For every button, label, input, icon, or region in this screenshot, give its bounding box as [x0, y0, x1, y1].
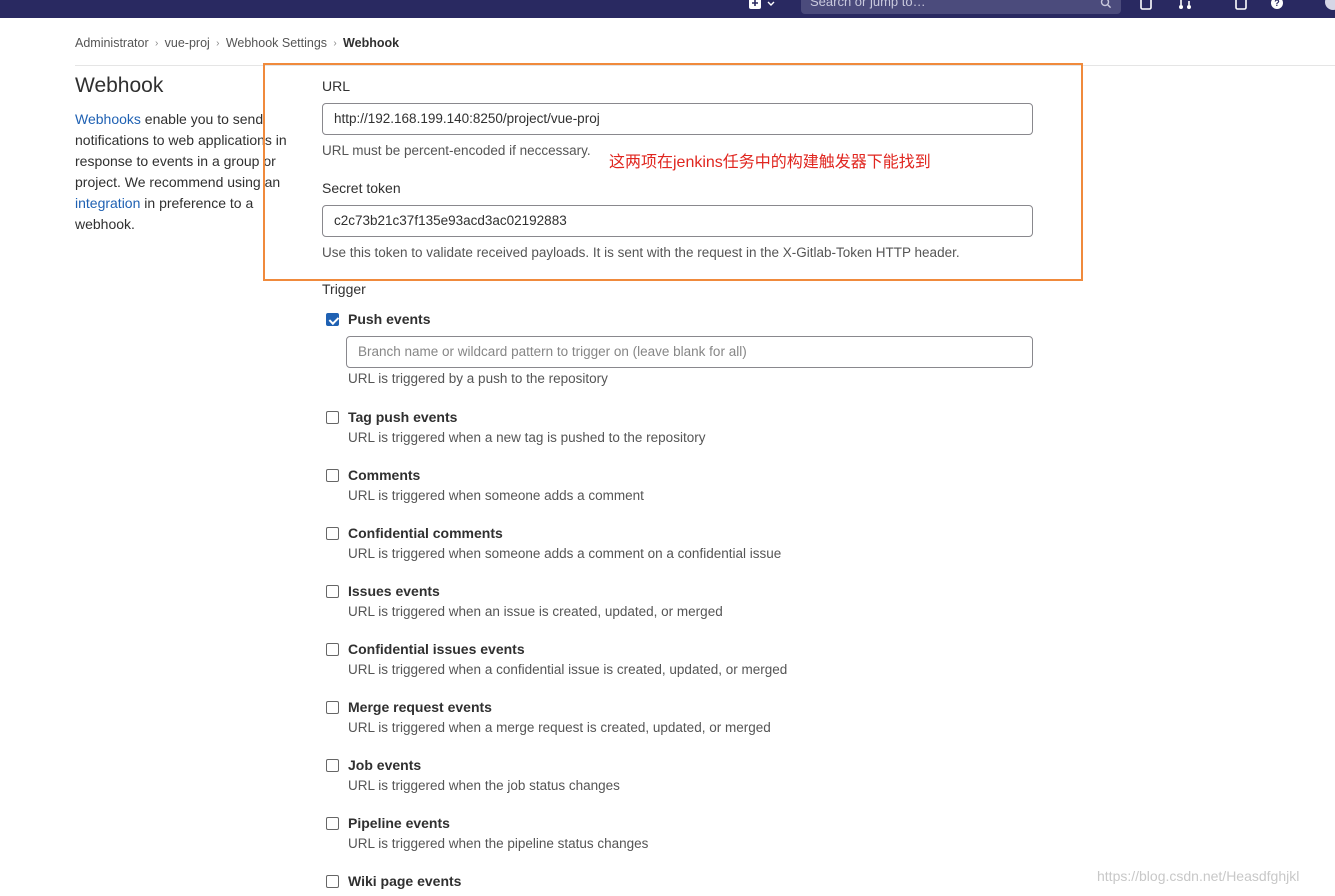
branch-filter-input[interactable]: Branch name or wildcard pattern to trigg… [346, 336, 1033, 368]
page-title: Webhook [75, 74, 164, 97]
issues-events-checkbox[interactable] [326, 585, 339, 598]
integration-link[interactable]: integration [75, 195, 140, 211]
svg-text:?: ? [1274, 0, 1280, 8]
event-description: URL is triggered by a push to the reposi… [348, 371, 608, 386]
pipeline-events-checkbox[interactable] [326, 817, 339, 830]
highlight-box [263, 63, 1083, 281]
chevron-right-icon: › [154, 37, 159, 49]
plus-icon[interactable] [748, 0, 762, 10]
chevron-down-icon[interactable] [766, 0, 776, 12]
top-navbar: Search or jump to… ? [0, 0, 1335, 18]
event-name[interactable]: Issues events [348, 583, 440, 599]
avatar[interactable] [1325, 0, 1335, 10]
event-name[interactable]: Merge request events [348, 699, 492, 715]
event-name[interactable]: Confidential issues events [348, 641, 525, 657]
merge-request-icon[interactable] [1178, 0, 1192, 10]
merge-request-events-checkbox[interactable] [326, 701, 339, 714]
event-name[interactable]: Pipeline events [348, 815, 450, 831]
job-events-checkbox[interactable] [326, 759, 339, 772]
event-description: URL is triggered when an issue is create… [348, 604, 723, 619]
tag-push-events-checkbox[interactable] [326, 411, 339, 424]
trigger-label: Trigger [322, 281, 366, 297]
event-description: URL is triggered when the job status cha… [348, 778, 620, 793]
wiki-page-events-checkbox[interactable] [326, 875, 339, 888]
breadcrumb: Administrator › vue-proj › Webhook Setti… [75, 34, 399, 52]
comments-checkbox[interactable] [326, 469, 339, 482]
breadcrumb-webhook-settings[interactable]: Webhook Settings [226, 36, 327, 50]
confidential-issues-checkbox[interactable] [326, 643, 339, 656]
search-placeholder: Search or jump to… [810, 0, 926, 9]
event-name[interactable]: Tag push events [348, 409, 457, 425]
event-name[interactable]: Confidential comments [348, 525, 503, 541]
event-description: URL is triggered when someone adds a com… [348, 488, 644, 503]
event-description: URL is triggered when a merge request is… [348, 720, 771, 735]
event-name[interactable]: Push events [348, 311, 430, 327]
event-description: URL is triggered when someone adds a com… [348, 546, 782, 561]
webhooks-docs-link[interactable]: Webhooks [75, 111, 141, 127]
breadcrumb-administrator[interactable]: Administrator [75, 36, 149, 50]
breadcrumb-webhook[interactable]: Webhook [343, 36, 399, 50]
issues-icon[interactable] [1234, 0, 1248, 10]
help-icon[interactable]: ? [1270, 0, 1284, 10]
watermark: https://blog.csdn.net/Heasdfghjkl [1097, 868, 1300, 884]
chevron-right-icon: › [216, 37, 220, 49]
event-name[interactable]: Job events [348, 757, 421, 773]
confidential-comments-checkbox[interactable] [326, 527, 339, 540]
chevron-right-icon: › [333, 37, 337, 49]
event-description: URL is triggered when the pipeline statu… [348, 836, 649, 851]
breadcrumb-project[interactable]: vue-proj [165, 36, 210, 50]
event-description: URL is triggered when a new tag is pushe… [348, 430, 706, 445]
search-input[interactable]: Search or jump to… [801, 0, 1121, 14]
push-events-checkbox[interactable] [326, 313, 339, 326]
event-description: URL is triggered when a confidential iss… [348, 662, 788, 677]
event-name[interactable]: Wiki page events [348, 873, 461, 889]
search-icon [1100, 0, 1112, 9]
event-name[interactable]: Comments [348, 467, 420, 483]
todo-icon[interactable] [1139, 0, 1153, 10]
